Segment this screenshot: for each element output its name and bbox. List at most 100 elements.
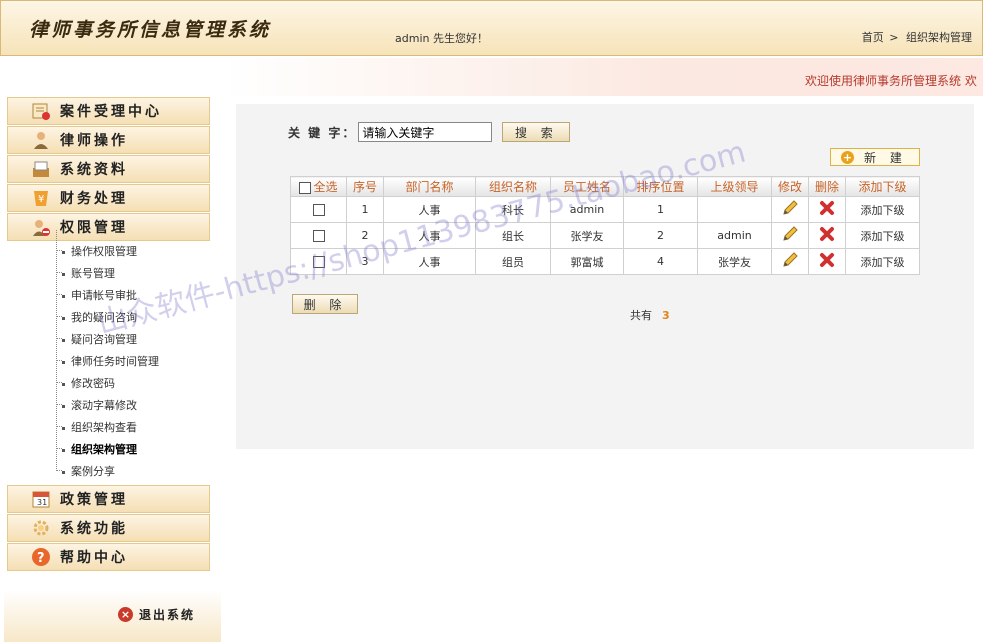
menu-system-data[interactable]: 系统资料 [7, 155, 210, 183]
col-header: 排序位置 [623, 176, 698, 197]
cell-order: 4 [623, 248, 698, 275]
app-title: 律师事务所信息管理系统 [29, 19, 272, 41]
app-header: 律师事务所信息管理系统 admin 先生您好！ 首页 > 组织架构管理 [0, 0, 983, 56]
submenu-item[interactable]: 案例分享 [56, 450, 115, 483]
menu-finance[interactable]: ¥ 财务处理 [7, 184, 210, 212]
submenu-item-active[interactable]: 组织架构管理 [56, 428, 137, 461]
col-header: 删除 [808, 176, 846, 197]
row-checkbox[interactable] [312, 204, 325, 216]
search-input[interactable] [358, 122, 493, 142]
row-checkbox[interactable] [312, 230, 325, 242]
svg-text:?: ? [37, 551, 45, 566]
submenu-item[interactable]: 我的疑问咨询 [56, 296, 137, 329]
svg-text:¥: ¥ [38, 194, 44, 205]
money-icon: ¥ [30, 187, 52, 209]
breadcrumb-home[interactable]: 首页 [862, 31, 884, 44]
cell-org: 组员 [475, 248, 551, 275]
cell-name: 张学友 [550, 222, 624, 249]
add-child-link[interactable]: 添加下级 [845, 222, 920, 249]
cell-seq: 1 [346, 196, 384, 223]
edit-icon[interactable] [781, 251, 799, 272]
cell-leader: 张学友 [697, 248, 772, 275]
submenu-item[interactable]: 疑问咨询管理 [56, 318, 137, 351]
submenu-item[interactable]: 账号管理 [56, 252, 115, 285]
search-row: 关 键 字： 搜 索 [288, 122, 571, 142]
edit-icon[interactable] [781, 199, 799, 220]
menu-label: 系统功能 [60, 521, 128, 537]
row-checkbox[interactable] [312, 256, 325, 268]
cell-leader: admin [697, 222, 772, 249]
cell-dept: 人事 [383, 248, 476, 275]
select-all-checkbox[interactable] [299, 181, 312, 194]
svg-text:31: 31 [37, 498, 47, 507]
calendar-icon: 31 [30, 488, 52, 510]
certificate-icon [30, 100, 52, 122]
new-button[interactable]: + 新 建 [830, 148, 920, 166]
menu-label: 系统资料 [60, 162, 128, 178]
search-button[interactable]: 搜 索 [502, 122, 571, 142]
menu-label: 权限管理 [60, 220, 128, 236]
col-header: 组织名称 [475, 176, 551, 197]
lock-icon [30, 216, 52, 238]
marquee-text: 欢迎使用律师事务所管理系统 欢 [805, 74, 977, 88]
cell-dept: 人事 [383, 196, 476, 223]
menu-label: 案件受理中心 [60, 104, 162, 120]
submenu-item[interactable]: 操作权限管理 [56, 230, 137, 263]
cell-order: 2 [623, 222, 698, 249]
cell-leader [697, 196, 772, 223]
menu-permissions[interactable]: 权限管理 [7, 213, 210, 241]
col-header: 部门名称 [383, 176, 476, 197]
cell-seq: 2 [346, 222, 384, 249]
welcome-user: admin 先生您好！ [395, 32, 488, 45]
search-label: 关 键 字： [288, 125, 357, 140]
gear-icon [30, 517, 52, 539]
menu-lawyer-ops[interactable]: 律师操作 [7, 126, 210, 154]
submenu-item[interactable]: 律师任务时间管理 [56, 340, 159, 373]
cell-seq: 3 [346, 248, 384, 275]
breadcrumb-current: 组织架构管理 [906, 31, 972, 44]
cell-name: 郭富城 [550, 248, 624, 275]
new-button-label: 新 建 [864, 150, 907, 165]
total-label: 共有 [630, 309, 652, 322]
cell-org: 组长 [475, 222, 551, 249]
logout-label: 退出系统 [139, 608, 196, 622]
breadcrumb: 首页 > 组织架构管理 [862, 29, 974, 45]
col-header: 上级领导 [697, 176, 772, 197]
menu-label: 政策管理 [60, 492, 128, 508]
logout-button[interactable]: × 退出系统 [118, 606, 195, 623]
content-panel: 关 键 字： 搜 索 + 新 建 全选 序号 部门名称 组织名称 员工姓名 排序… [236, 104, 974, 449]
menu-label: 财务处理 [60, 191, 128, 207]
submenu-item[interactable]: 修改密码 [56, 362, 115, 395]
table-header-row: 全选 序号 部门名称 组织名称 员工姓名 排序位置 上级领导 修改 删除 添加下… [290, 176, 920, 197]
org-table: 全选 序号 部门名称 组织名称 员工姓名 排序位置 上级领导 修改 删除 添加下… [290, 176, 920, 275]
cell-org: 科长 [475, 196, 551, 223]
close-icon: × [118, 607, 133, 622]
menu-help[interactable]: ? 帮助中心 [7, 543, 210, 571]
person-icon [30, 129, 52, 151]
add-child-link[interactable]: 添加下级 [845, 196, 920, 223]
submenu-item[interactable]: 组织架构查看 [56, 406, 137, 439]
plus-icon: + [841, 150, 854, 164]
main-content: 欢迎使用律师事务所管理系统 欢 关 键 字： 搜 索 + 新 建 全选 序号 部… [223, 58, 983, 642]
submenu-item[interactable]: 滚动字幕修改 [56, 384, 137, 417]
menu-system-func[interactable]: 系统功能 [7, 514, 210, 542]
delete-icon[interactable] [819, 226, 835, 245]
menu-case-center[interactable]: 案件受理中心 [7, 97, 210, 125]
col-header: 员工姓名 [550, 176, 624, 197]
delete-button[interactable]: 删 除 [292, 294, 358, 314]
table-row: 2 人事 组长 张学友 2 admin 添加下级 [290, 222, 920, 249]
help-icon: ? [30, 546, 52, 568]
col-header: 序号 [346, 176, 384, 197]
cell-name: admin [550, 196, 624, 223]
menu-policy[interactable]: 31 政策管理 [7, 485, 210, 513]
select-all-header[interactable]: 全选 [290, 176, 347, 197]
delete-icon[interactable] [819, 252, 835, 271]
edit-icon[interactable] [781, 225, 799, 246]
submenu-item[interactable]: 申请帐号审批 [56, 274, 137, 307]
delete-icon[interactable] [819, 200, 835, 219]
add-child-link[interactable]: 添加下级 [845, 248, 920, 275]
cell-order: 1 [623, 196, 698, 223]
total-count: 共有 3 [630, 307, 670, 323]
table-row: 1 人事 科长 admin 1 添加下级 [290, 196, 920, 223]
cell-dept: 人事 [383, 222, 476, 249]
